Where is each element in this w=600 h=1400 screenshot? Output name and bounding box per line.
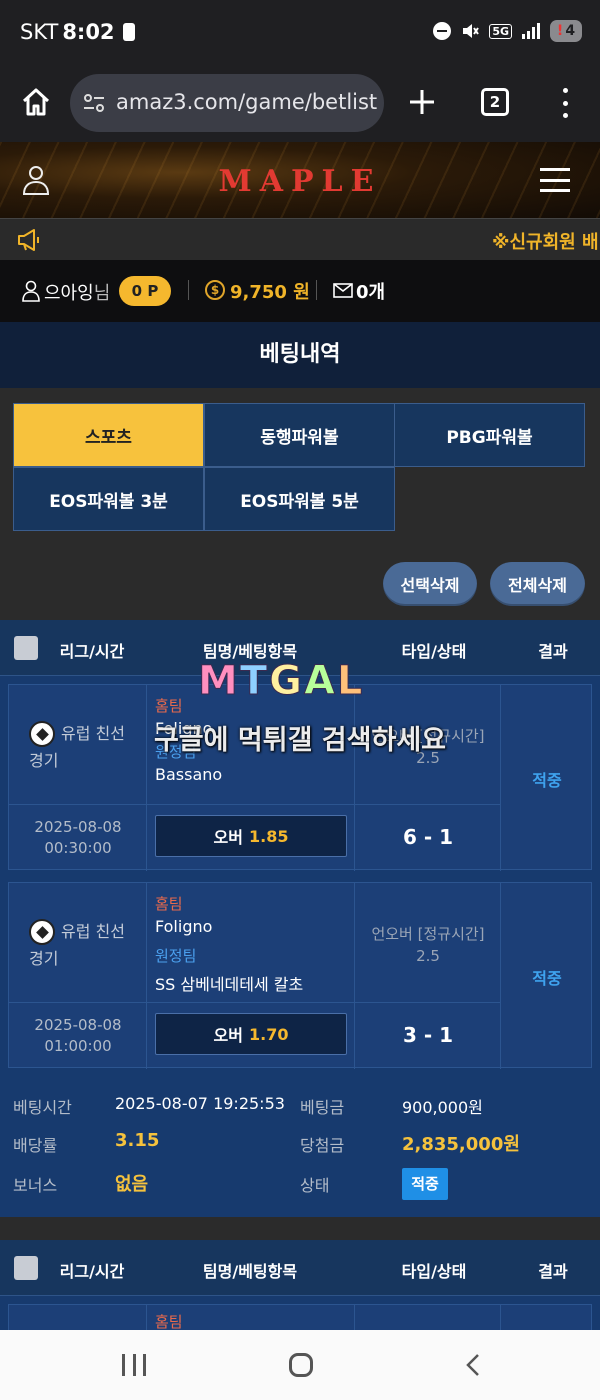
user-info-bar: 으아잉님 0 P $ 9,750 원 0개	[0, 260, 600, 322]
new-tab-icon[interactable]	[408, 88, 436, 116]
result-status: 적중	[532, 969, 562, 988]
site-logo[interactable]: MAPLE	[0, 164, 600, 199]
bet-time-label: 베팅시간	[13, 1098, 72, 1117]
browser-toolbar: amaz3.com/game/betlist 2	[0, 66, 600, 142]
odds-label: 배당률	[13, 1136, 58, 1155]
away-team: Bassano	[155, 765, 223, 784]
user-icon	[22, 280, 40, 302]
col-result: 결과	[538, 1262, 568, 1281]
soccer-ball-icon	[29, 919, 55, 945]
col-type-status: 타입/상태	[401, 642, 467, 661]
site-header: MAPLE	[0, 142, 600, 218]
league-name: 유럽 친선	[61, 922, 125, 941]
table-row: 홈팀	[8, 1304, 592, 1331]
carrier: SKT	[20, 20, 59, 44]
bet-type: 언오버 [정규시간]	[371, 925, 485, 943]
message-count[interactable]: 0개	[356, 278, 385, 304]
system-nav-bar	[0, 1330, 600, 1400]
coin-icon: $	[205, 280, 225, 300]
match-date: 2025-08-08	[34, 818, 122, 836]
pick-button[interactable]: 오버 1.85	[155, 815, 347, 857]
table-row: 유럽 친선 경기 홈팀 Foligno 원정팀 SS 삼베네데테세 칼초 언오버…	[8, 882, 592, 1069]
more-menu-icon[interactable]	[556, 88, 574, 118]
balance: 9,750 원	[230, 282, 310, 303]
bet-time: 2025-08-07 19:25:53	[115, 1094, 285, 1113]
battery-icon: ! 4	[550, 20, 582, 42]
url-text: amaz3.com/game/betlist	[116, 90, 378, 114]
home-icon[interactable]	[20, 86, 52, 118]
win-amount: 2,835,000원	[402, 1134, 520, 1155]
tab-eos-powerball-3[interactable]: EOS파워볼 3분	[13, 467, 204, 531]
match-time: 01:00:00	[44, 1037, 112, 1055]
home-label: 홈팀	[155, 697, 183, 715]
signal-icon	[522, 23, 540, 39]
site-settings-icon[interactable]	[82, 92, 106, 114]
status-right: 5G ! 4	[433, 20, 582, 42]
home-team: Foligno	[155, 917, 213, 936]
network-badge: 5G	[489, 23, 512, 39]
hamburger-menu-icon[interactable]	[540, 168, 570, 192]
bet-summary: 베팅시간 2025-08-07 19:25:53 베팅금 900,000원 배당…	[0, 1090, 600, 1217]
match-date: 2025-08-08	[34, 1016, 122, 1034]
home-button-icon[interactable]	[289, 1353, 313, 1377]
recent-apps-icon[interactable]	[122, 1354, 146, 1376]
megaphone-icon	[18, 229, 39, 251]
score: 6 - 1	[402, 825, 454, 849]
total-odds: 3.15	[115, 1130, 160, 1151]
pick-button[interactable]: 오버 1.70	[155, 1013, 347, 1055]
status-bar: SKT 8:02 5G ! 4	[0, 0, 600, 66]
page-title: 베팅내역	[0, 322, 600, 388]
clock: 8:02	[62, 20, 115, 44]
tab-donghaeng-powerball[interactable]: 동행파워볼	[204, 403, 395, 467]
bonus-label: 보너스	[13, 1176, 58, 1195]
mail-icon[interactable]	[333, 283, 353, 298]
tab-switcher-icon[interactable]: 2	[481, 88, 509, 116]
bet-amount-label: 베팅금	[300, 1098, 345, 1117]
points-badge[interactable]: 0 P	[119, 276, 171, 306]
tab-sports[interactable]: 스포츠	[13, 403, 204, 467]
table-header: 리그/시간 팀명/베팅항목 타입/상태 결과	[0, 1240, 600, 1296]
notice-bar: ※신규회원 배	[0, 218, 600, 260]
address-bar[interactable]: amaz3.com/game/betlist	[70, 74, 384, 132]
tab-eos-powerball-5[interactable]: EOS파워볼 5분	[204, 467, 395, 531]
watermark-logo: MTGAL	[198, 658, 365, 705]
home-label: 홈팀	[155, 895, 183, 913]
watermark-text: 구글에 먹튀갤 검색하세요	[153, 725, 447, 756]
back-icon[interactable]	[462, 1353, 486, 1377]
bet-line: 2.5	[416, 947, 440, 965]
bet-slip: 리그/시간 팀명/베팅항목 타입/상태 결과 홈팀	[0, 1240, 600, 1331]
mute-icon	[463, 24, 480, 38]
away-label: 원정팀	[155, 947, 197, 965]
status-label: 상태	[300, 1176, 330, 1195]
select-checkbox[interactable]	[14, 636, 38, 660]
bonus: 없음	[115, 1174, 149, 1195]
battery-level: 4	[565, 23, 576, 39]
col-result: 결과	[538, 642, 568, 661]
tab-pbg-powerball[interactable]: PBG파워볼	[394, 403, 585, 467]
col-team-bet: 팀명/베팅항목	[202, 1262, 298, 1281]
score: 3 - 1	[402, 1023, 454, 1047]
match-time: 00:30:00	[44, 839, 112, 857]
bet-slip: 리그/시간 팀명/베팅항목 타입/상태 결과 유럽 친선 경기 홈팀 Folig…	[0, 620, 600, 1217]
bet-amount: 900,000원	[402, 1098, 483, 1117]
notice-text[interactable]: ※신규회원 배	[492, 228, 599, 254]
delete-all-button[interactable]: 전체삭제	[490, 562, 585, 606]
select-checkbox[interactable]	[14, 1256, 38, 1280]
league-name-2: 경기	[29, 949, 59, 968]
delete-selected-button[interactable]: 선택삭제	[383, 562, 477, 606]
alert-icon	[122, 23, 135, 41]
col-type-status: 타입/상태	[401, 1262, 467, 1281]
home-label: 홈팀	[155, 1313, 183, 1331]
away-team: SS 삼베네데테세 칼초	[155, 975, 304, 994]
status-badge: 적중	[402, 1168, 448, 1200]
content-area: 스포츠 동행파워볼 PBG파워볼 EOS파워볼 3분 EOS파워볼 5분 선택삭…	[0, 388, 600, 1331]
do-not-disturb-icon	[433, 22, 452, 40]
win-amount-label: 당첨금	[300, 1136, 345, 1155]
result-status: 적중	[532, 771, 562, 790]
col-league-time: 리그/시간	[59, 642, 125, 661]
col-league-time: 리그/시간	[59, 1262, 125, 1281]
status-left: SKT 8:02	[20, 20, 135, 44]
table-row: 유럽 친선 경기 홈팀 Foligno 원정팀 Bassano 언오버 [정규시…	[8, 684, 592, 871]
username: 으아잉님	[44, 283, 111, 304]
